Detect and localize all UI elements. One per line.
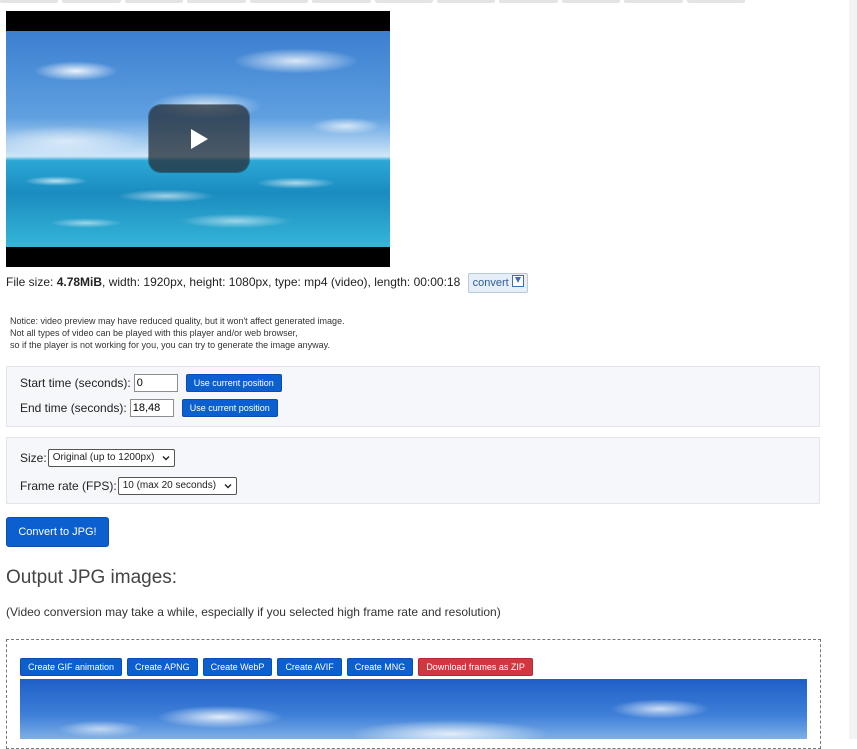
fps-select[interactable]: 10 (max 20 seconds) — [117, 477, 238, 495]
start-time-label: Start time (seconds): — [20, 376, 131, 390]
file-info: File size: 4.78MiB, width: 1920px, heigh… — [6, 273, 528, 293]
download-icon — [511, 275, 524, 287]
play-icon — [191, 128, 208, 149]
file-size-value: 4.78MiB — [56, 275, 103, 290]
create-apng-button[interactable]: Create APNG — [127, 658, 198, 676]
create-gif-animation-button[interactable]: Create GIF animation — [20, 658, 123, 676]
fps-row: Frame rate (FPS): 10 (max 20 seconds) — [20, 477, 238, 495]
chevron-down-icon — [224, 484, 232, 489]
output-actions: Create GIF animation Create APNG Create … — [20, 658, 533, 676]
use-current-position-start-button[interactable]: Use current position — [185, 374, 282, 392]
notice-text: Notice: video preview may have reduced q… — [10, 316, 345, 350]
chevron-down-icon — [162, 456, 170, 461]
output-subtitle: (Video conversion may take a while, espe… — [6, 605, 501, 619]
start-time-input[interactable] — [133, 374, 178, 392]
options-panel: Size: Original (up to 1200px) Frame rate… — [6, 437, 820, 504]
output-frame-image — [20, 679, 807, 739]
timing-panel: Start time (seconds): Use current positi… — [6, 366, 820, 427]
size-select[interactable]: Original (up to 1200px) — [47, 449, 176, 467]
end-time-input[interactable] — [129, 399, 174, 417]
create-avif-button[interactable]: Create AVIF — [277, 658, 342, 676]
video-player[interactable] — [6, 11, 390, 267]
use-current-position-end-button[interactable]: Use current position — [181, 399, 278, 417]
start-time-row: Start time (seconds): Use current positi… — [20, 374, 282, 392]
convert-to-jpg-button[interactable]: Convert to JPG! — [6, 517, 109, 547]
download-frames-zip-button[interactable]: Download frames as ZIP — [418, 658, 533, 676]
play-button[interactable] — [149, 105, 249, 172]
end-time-row: End time (seconds): Use current position — [20, 399, 278, 417]
create-mng-button[interactable]: Create MNG — [346, 658, 414, 676]
end-time-label: End time (seconds): — [20, 401, 127, 415]
size-row: Size: Original (up to 1200px) — [20, 449, 176, 467]
output-title: Output JPG images: — [6, 567, 178, 588]
top-nav-strip — [0, 0, 746, 3]
size-label: Size: — [20, 451, 47, 465]
convert-link-button[interactable]: convert — [467, 273, 528, 293]
file-info-details: , width: 1920px, height: 1080px, type: m… — [102, 275, 461, 290]
create-webp-button[interactable]: Create WebP — [202, 658, 273, 676]
page-scrollbar[interactable] — [849, 0, 857, 739]
fps-label: Frame rate (FPS): — [20, 479, 117, 493]
